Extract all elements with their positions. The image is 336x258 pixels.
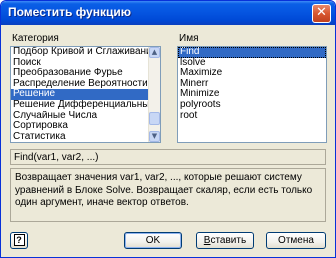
syntax-display: Find(var1, var2, ...) [10,149,326,165]
title-bar[interactable]: Поместить функцию ✕ [1,1,335,25]
category-list-item[interactable]: Подбор Кривой и Сглаживания [11,47,160,58]
ok-button-label: OK [145,235,161,246]
name-list-item[interactable]: Minerr [178,79,326,90]
category-items: Подбор Кривой и Сглаживания Поиск Преобраз… [11,47,160,142]
scroll-thumb[interactable] [149,112,160,125]
category-list-item[interactable]: Решение [11,89,160,100]
insert-button[interactable]: Вставить [196,232,254,249]
name-list-item[interactable]: Minimize [178,89,326,100]
category-list-item[interactable]: Случайные Числа [11,111,160,122]
category-scrollbar[interactable]: ▲ ▼ [148,47,160,142]
category-list-item[interactable]: Статистика [11,132,160,142]
insert-button-label: ставить [210,235,247,246]
name-label: Имя [179,33,199,44]
insert-function-dialog: Поместить функцию ✕ Категория Имя Подбор… [0,0,336,258]
help-button[interactable]: ? [10,232,28,249]
name-list-item[interactable]: Maximize [178,68,326,79]
help-icon: ? [13,234,25,246]
scroll-up-button[interactable]: ▲ [149,47,160,58]
category-list-item[interactable]: Распределение Вероятности [11,79,160,90]
category-label: Категория [12,33,59,44]
category-list-item[interactable]: Сортировка [11,121,160,132]
name-list-item[interactable]: lsolve [178,58,326,69]
cancel-button-label: Отмена [278,235,314,246]
name-list-item[interactable]: root [178,111,326,122]
scroll-up-icon: ▲ [151,48,158,56]
description-text: Возвращает значения var1, var2, ..., кот… [10,168,326,222]
ok-button[interactable]: OK [124,232,182,249]
category-list-item[interactable]: Решение Дифференциальных [11,100,160,111]
scroll-down-button[interactable]: ▼ [149,131,160,142]
name-items: Find lsolve Maximize Minerr Minimize polyroot… [178,47,326,121]
cancel-button[interactable]: Отмена [266,232,326,249]
name-list-item[interactable]: Find [178,47,326,58]
close-icon: ✕ [316,5,327,20]
category-list-item[interactable]: Преобразование Фурье [11,68,160,79]
scroll-down-icon: ▼ [151,132,158,140]
name-list-item[interactable]: polyroots [178,100,326,111]
window-title: Поместить функцию [8,5,131,19]
close-button[interactable]: ✕ [312,4,331,23]
name-list[interactable]: Find lsolve Maximize Minerr Minimize polyroot… [177,46,327,143]
category-list-item[interactable]: Поиск [11,58,160,69]
category-list[interactable]: Подбор Кривой и Сглаживания Поиск Преобраз… [10,46,161,143]
